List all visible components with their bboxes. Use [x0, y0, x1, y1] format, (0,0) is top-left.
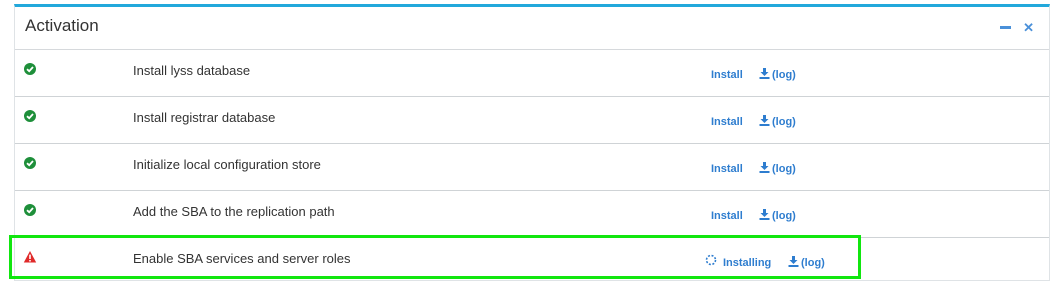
- log-link[interactable]: (log): [788, 256, 825, 269]
- panel-title: Activation: [25, 16, 99, 35]
- check-circle-icon: [24, 157, 36, 169]
- activation-panel: Activation ✕ Install lyss database Insta…: [14, 4, 1050, 281]
- task-row: Install lyss database Install (log): [15, 50, 1049, 97]
- task-row: Enable SBA services and server roles Ins…: [15, 238, 1049, 285]
- task-label: Install registrar database: [133, 110, 276, 125]
- task-row: Install registrar database Install (log): [15, 97, 1049, 144]
- log-link[interactable]: (log): [759, 162, 796, 175]
- install-link[interactable]: Install: [711, 116, 743, 128]
- task-row: Initialize local configuration store Ins…: [15, 144, 1049, 191]
- log-label: (log): [772, 210, 796, 222]
- log-link[interactable]: (log): [759, 68, 796, 81]
- log-label: (log): [801, 257, 825, 269]
- task-row: Add the SBA to the replication path Inst…: [15, 191, 1049, 238]
- log-label: (log): [772, 163, 796, 175]
- warning-icon: [23, 251, 37, 263]
- install-link[interactable]: Install: [711, 69, 743, 81]
- task-label: Enable SBA services and server roles: [133, 251, 351, 266]
- download-icon: [759, 115, 770, 126]
- check-circle-icon: [24, 63, 36, 75]
- task-label: Add the SBA to the replication path: [133, 204, 335, 219]
- install-link[interactable]: Install: [711, 163, 743, 175]
- log-link[interactable]: (log): [759, 115, 796, 128]
- log-label: (log): [772, 116, 796, 128]
- download-icon: [788, 256, 799, 267]
- minus-icon[interactable]: [1000, 18, 1011, 36]
- task-label: Install lyss database: [133, 63, 251, 78]
- log-label: (log): [772, 69, 796, 81]
- close-icon[interactable]: ✕: [1023, 19, 1034, 37]
- check-circle-icon: [24, 204, 36, 216]
- installing-status: Installing: [723, 257, 772, 269]
- download-icon: [759, 68, 770, 79]
- download-icon: [759, 162, 770, 173]
- log-link[interactable]: (log): [759, 209, 796, 222]
- spinner-icon: [705, 254, 717, 266]
- download-icon: [759, 209, 770, 220]
- check-circle-icon: [24, 110, 36, 122]
- panel-header: Activation ✕: [15, 7, 1049, 50]
- install-link[interactable]: Install: [711, 210, 743, 222]
- task-label: Initialize local configuration store: [133, 157, 321, 172]
